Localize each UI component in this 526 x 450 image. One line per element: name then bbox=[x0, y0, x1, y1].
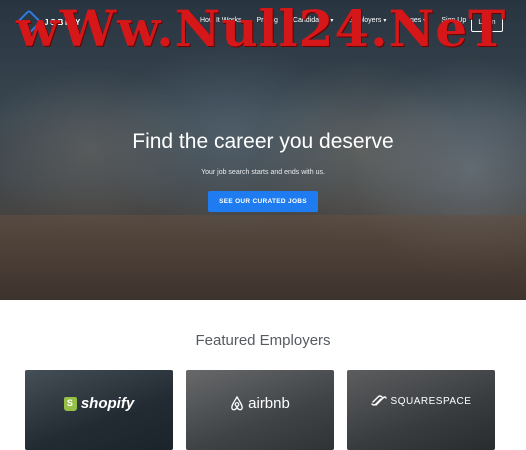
see-curated-jobs-button[interactable]: SEE OUR CURATED JOBS bbox=[208, 191, 318, 212]
watermark-overlay: wWw.Null24.NeT bbox=[16, 0, 507, 58]
employer-card-shopify[interactable]: shopify bbox=[25, 370, 173, 450]
squarespace-mark-icon bbox=[370, 395, 387, 406]
hero-subtitle: Your job search starts and ends with us. bbox=[201, 169, 325, 176]
shopify-bag-icon bbox=[63, 396, 77, 411]
airbnb-logo: airbnb bbox=[186, 395, 334, 412]
squarespace-logo: SQUARESPACE bbox=[347, 395, 495, 407]
featured-employers-title: Featured Employers bbox=[195, 332, 331, 349]
airbnb-belo-icon bbox=[231, 396, 243, 411]
hero-content: Find the career you deserve Your job sea… bbox=[0, 130, 526, 212]
hero-title: Find the career you deserve bbox=[132, 130, 394, 153]
employer-card-squarespace[interactable]: SQUARESPACE bbox=[347, 370, 495, 450]
hero-photo-table bbox=[0, 215, 526, 300]
employer-card-airbnb[interactable]: airbnb bbox=[186, 370, 334, 450]
shopify-logo: shopify bbox=[25, 395, 173, 412]
